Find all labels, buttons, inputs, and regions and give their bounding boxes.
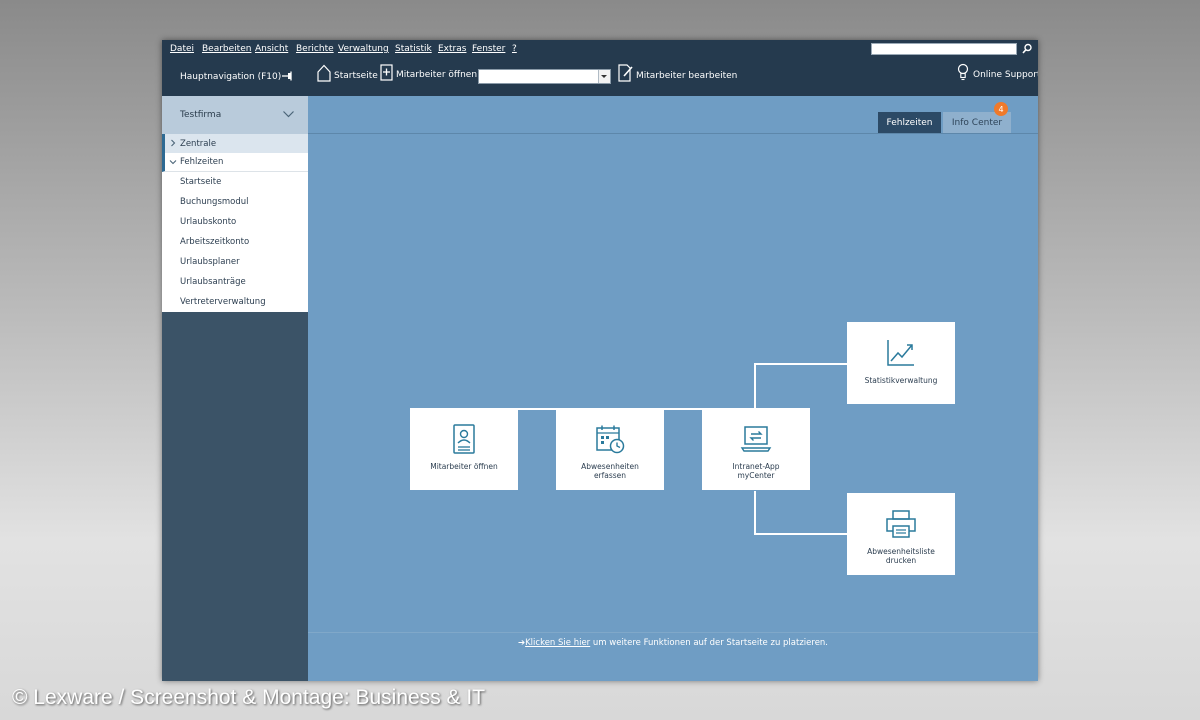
nav-item-label: Urlaubsplaner [180, 257, 240, 267]
chevron-right-icon [171, 139, 176, 147]
nav-item-label: Urlaubskonto [180, 217, 237, 227]
notification-badge: 4 [994, 102, 1008, 116]
dropdown-arrow-icon[interactable] [598, 70, 610, 83]
connector-line [754, 363, 756, 409]
hint-link[interactable]: Klicken Sie hier [525, 638, 590, 648]
toolbar: Hauptnavigation (F10) Startseite Mitarbe… [162, 58, 1038, 96]
tile-label: Abwesenheiten erfassen [581, 462, 639, 480]
online-support-button[interactable]: Online Support [957, 63, 1038, 81]
hint-text: ➔Klicken Sie hier um weitere Funktionen … [308, 638, 1038, 648]
app-window: Datei Bearbeiten Ansicht Berichte Verwal… [162, 40, 1038, 681]
add-document-icon [380, 64, 393, 81]
menu-help[interactable]: ? [512, 44, 517, 54]
start-page-label: Startseite [334, 70, 378, 81]
footer-divider [308, 632, 1038, 633]
menu-fenster[interactable]: Fenster [472, 44, 505, 54]
nav-item-label: Vertreterverwaltung [180, 297, 266, 307]
menu-berichte[interactable]: Berichte [296, 44, 334, 54]
nav-item-buchungsmodul[interactable]: Buchungsmodul [162, 192, 308, 212]
connector-line [664, 408, 702, 410]
nav-item-label: Buchungsmodul [180, 197, 249, 207]
nav-item-urlaubskonto[interactable]: Urlaubskonto [162, 212, 308, 232]
nav-item-urlaubsantraege[interactable]: Urlaubsanträge [162, 272, 308, 292]
nav-item-startseite[interactable]: Startseite [162, 172, 308, 192]
hint-rest: um weitere Funktionen auf der Startseite… [590, 638, 829, 648]
nav-section-label: Zentrale [180, 138, 217, 149]
tile-print-absences[interactable]: Abwesenheitsliste drucken [847, 493, 955, 575]
menu-datei[interactable]: Datei [170, 44, 194, 54]
employee-card-icon [453, 424, 475, 454]
search-input[interactable] [871, 43, 1017, 55]
employee-select[interactable] [478, 69, 611, 84]
calendar-clock-icon [596, 425, 625, 454]
tile-label: Abwesenheitsliste drucken [867, 547, 935, 565]
line-chart-icon [887, 340, 914, 366]
edit-employee-label: Mitarbeiter bearbeiten [636, 70, 738, 81]
main-navigation-label[interactable]: Hauptnavigation (F10) [180, 72, 281, 82]
menu-bearbeiten[interactable]: Bearbeiten [202, 44, 251, 54]
connector-line [518, 408, 556, 410]
nav-item-urlaubsplaner[interactable]: Urlaubsplaner [162, 252, 308, 272]
chevron-down-icon [169, 160, 177, 165]
tile-statistics[interactable]: Statistikverwaltung [847, 322, 955, 404]
navigation-list: Zentrale Fehlzeiten Startseite Buchungsm… [162, 134, 308, 312]
menu-extras[interactable]: Extras [438, 44, 466, 54]
menu-bar: Datei Bearbeiten Ansicht Berichte Verwal… [162, 40, 1038, 58]
nav-item-label: Startseite [180, 177, 222, 187]
search-icon[interactable] [1020, 42, 1034, 56]
menu-ansicht[interactable]: Ansicht [255, 44, 288, 54]
tile-record-absences[interactable]: Abwesenheiten erfassen [556, 408, 664, 490]
nav-section-fehlzeiten[interactable]: Fehlzeiten [162, 153, 308, 172]
nav-item-label: Urlaubsanträge [180, 277, 246, 287]
edit-document-icon [618, 64, 633, 82]
nav-section-zentrale[interactable]: Zentrale [162, 134, 308, 153]
connector-line [754, 533, 847, 535]
connector-line [754, 491, 756, 535]
menu-statistik[interactable]: Statistik [395, 44, 432, 54]
open-employee-label: Mitarbeiter öffnen [396, 70, 478, 80]
tab-fehlzeiten[interactable]: Fehlzeiten [878, 112, 941, 133]
pin-icon[interactable] [281, 71, 295, 81]
tile-label: Mitarbeiter öffnen [430, 462, 498, 471]
tile-intranet-app[interactable]: Intranet-App myCenter [702, 408, 810, 490]
laptop-sync-icon [740, 426, 772, 452]
connector-line [754, 363, 847, 365]
chevron-down-icon [283, 111, 294, 118]
online-support-label: Online Support [973, 70, 1038, 80]
tab-divider [308, 133, 1038, 134]
start-page-button[interactable]: Startseite [317, 64, 378, 82]
printer-icon [886, 510, 916, 538]
nav-item-vertreterverwaltung[interactable]: Vertreterverwaltung [162, 292, 308, 312]
copyright-watermark: © Lexware / Screenshot & Montage: Busine… [12, 686, 486, 709]
sidebar: Testfirma Zentrale Fehlzeiten Startseite… [162, 96, 308, 681]
menu-verwaltung[interactable]: Verwaltung [338, 44, 389, 54]
open-employee-button[interactable]: Mitarbeiter öffnen [380, 64, 487, 81]
company-selector[interactable]: Testfirma [162, 96, 308, 134]
main-content: Fehlzeiten Info Center 4 Mitarbeiter öff… [308, 96, 1038, 681]
lightbulb-icon [957, 63, 969, 81]
edit-employee-button[interactable]: Mitarbeiter bearbeiten [618, 64, 737, 82]
nav-section-label: Fehlzeiten [180, 157, 224, 167]
home-icon [317, 64, 331, 82]
tile-label: Statistikverwaltung [864, 376, 938, 385]
nav-item-label: Arbeitszeitkonto [180, 237, 250, 247]
nav-item-arbeitszeitkonto[interactable]: Arbeitszeitkonto [162, 232, 308, 252]
tile-open-employee[interactable]: Mitarbeiter öffnen [410, 408, 518, 490]
company-name: Testfirma [180, 110, 222, 120]
tile-label: Intranet-App myCenter [732, 462, 780, 480]
